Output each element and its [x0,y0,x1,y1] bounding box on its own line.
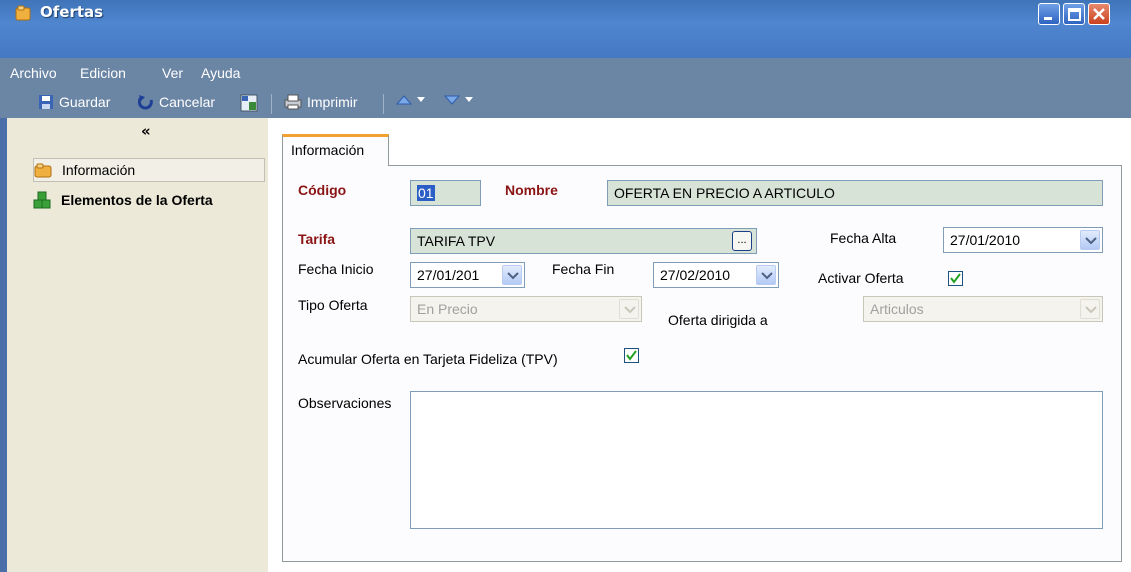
menu-bar: Archivo Edicion Ver Ayuda [0,58,1131,88]
tab-label: Información [291,142,365,158]
fecha-inicio-dropdown[interactable] [502,265,522,285]
fecha-fin-picker[interactable]: 27/02/2010 [653,262,779,288]
nombre-label: Nombre [505,182,558,198]
sidebar-item-label: Elementos de la Oferta [61,192,213,208]
sidebar-item-elementos[interactable]: Elementos de la Oferta [33,188,265,212]
observaciones-label: Observaciones [298,395,392,411]
print-label: Imprimir [307,94,358,110]
ofertas-app-icon [15,5,31,21]
chevron-down-icon [507,272,519,280]
tarifa-field[interactable]: TARIFA TPV ... [410,228,757,254]
nombre-field[interactable]: OFERTA EN PRECIO A ARTICULO [607,180,1103,206]
minimize-icon [1044,17,1052,20]
chevron-down-icon [417,97,425,102]
menu-archivo[interactable]: Archivo [10,65,57,81]
checkmark-icon [626,350,637,361]
tipo-oferta-value: En Precio [417,301,478,317]
codigo-label: Código [298,182,347,198]
fecha-alta-value: 27/01/2010 [950,232,1021,248]
window-title: Ofertas [40,3,104,21]
tarifa-browse-button[interactable]: ... [732,231,752,251]
activar-oferta-checkbox[interactable] [948,271,963,286]
sidebar: « Información Elementos de la Oferta [0,118,268,572]
sidebar-item-informacion[interactable]: Información [33,158,265,182]
fecha-inicio-value: 27/01/201 [417,267,480,283]
tarifa-value: TARIFA TPV [417,233,496,249]
oferta-dirigida-value: Articulos [870,301,924,317]
tarifa-label: Tarifa [298,231,336,247]
print-button[interactable]: Imprimir [284,94,358,110]
minimize-button[interactable] [1038,3,1060,25]
fecha-inicio-label: Fecha Inicio [298,261,374,277]
fecha-alta-dropdown[interactable] [1080,230,1100,250]
chevron-down-icon [1085,237,1097,245]
maximize-icon [1068,8,1081,21]
oferta-dirigida-label: Oferta dirigida a [668,312,768,328]
fecha-fin-value: 27/02/2010 [660,267,731,283]
fecha-alta-picker[interactable]: 27/01/2010 [943,227,1103,253]
acumular-oferta-checkbox[interactable] [624,348,639,363]
excel-export-button[interactable] [240,94,258,112]
cancel-label: Cancelar [159,94,216,110]
printer-icon [284,94,302,110]
collapse-button[interactable]: « [141,122,151,140]
oferta-dirigida-dropdown[interactable] [1080,299,1100,319]
chevron-down-icon [1085,306,1097,314]
activar-oferta-label: Activar Oferta [818,270,904,286]
close-button[interactable] [1088,3,1110,25]
fecha-fin-label: Fecha Fin [552,261,615,277]
observaciones-textarea[interactable] [410,391,1103,529]
toolbar: Guardar Cancelar Imprimir [0,88,1131,118]
tab-panel: Código 01 Nombre OFERTA EN PRECIO A ARTI… [282,165,1122,562]
checkmark-icon [950,273,961,284]
fecha-fin-dropdown[interactable] [756,265,776,285]
cubes-icon [33,191,51,209]
tipo-oferta-select[interactable]: En Precio [410,296,642,322]
main-content: Información Código 01 Nombre OFERTA EN P… [268,118,1131,572]
navigate-up-button[interactable] [396,94,425,106]
chevron-down-icon [465,97,473,102]
chevron-down-icon [624,306,636,314]
tipo-oferta-label: Tipo Oferta [298,297,368,313]
tipo-oferta-dropdown[interactable] [619,299,639,319]
save-icon [39,95,53,109]
undo-icon [138,95,153,110]
title-bar: Ofertas [0,0,1131,58]
arrow-down-icon [444,95,460,105]
menu-ayuda[interactable]: Ayuda [201,65,240,81]
save-button[interactable]: Guardar [38,94,110,110]
fecha-alta-label: Fecha Alta [830,230,897,246]
navigate-down-button[interactable] [444,94,473,106]
maximize-button[interactable] [1063,3,1085,25]
arrow-up-icon [396,95,412,105]
folder-icon [34,163,52,178]
sidebar-item-label: Información [62,162,136,178]
menu-edicion[interactable]: Edicion [80,65,126,81]
close-icon [1093,8,1105,20]
codigo-field[interactable]: 01 [410,180,481,206]
tab-informacion[interactable]: Información [282,134,389,166]
acumular-oferta-label: Acumular Oferta en Tarjeta Fideliza (TPV… [298,351,558,367]
codigo-value: 01 [417,185,435,201]
menu-ver[interactable]: Ver [162,65,183,81]
oferta-dirigida-select[interactable]: Articulos [863,296,1103,322]
chevron-down-icon [761,272,773,280]
cancel-button[interactable]: Cancelar [138,94,215,110]
fecha-inicio-picker[interactable]: 27/01/201 [410,262,525,288]
save-label: Guardar [59,94,111,110]
excel-icon [240,94,258,112]
